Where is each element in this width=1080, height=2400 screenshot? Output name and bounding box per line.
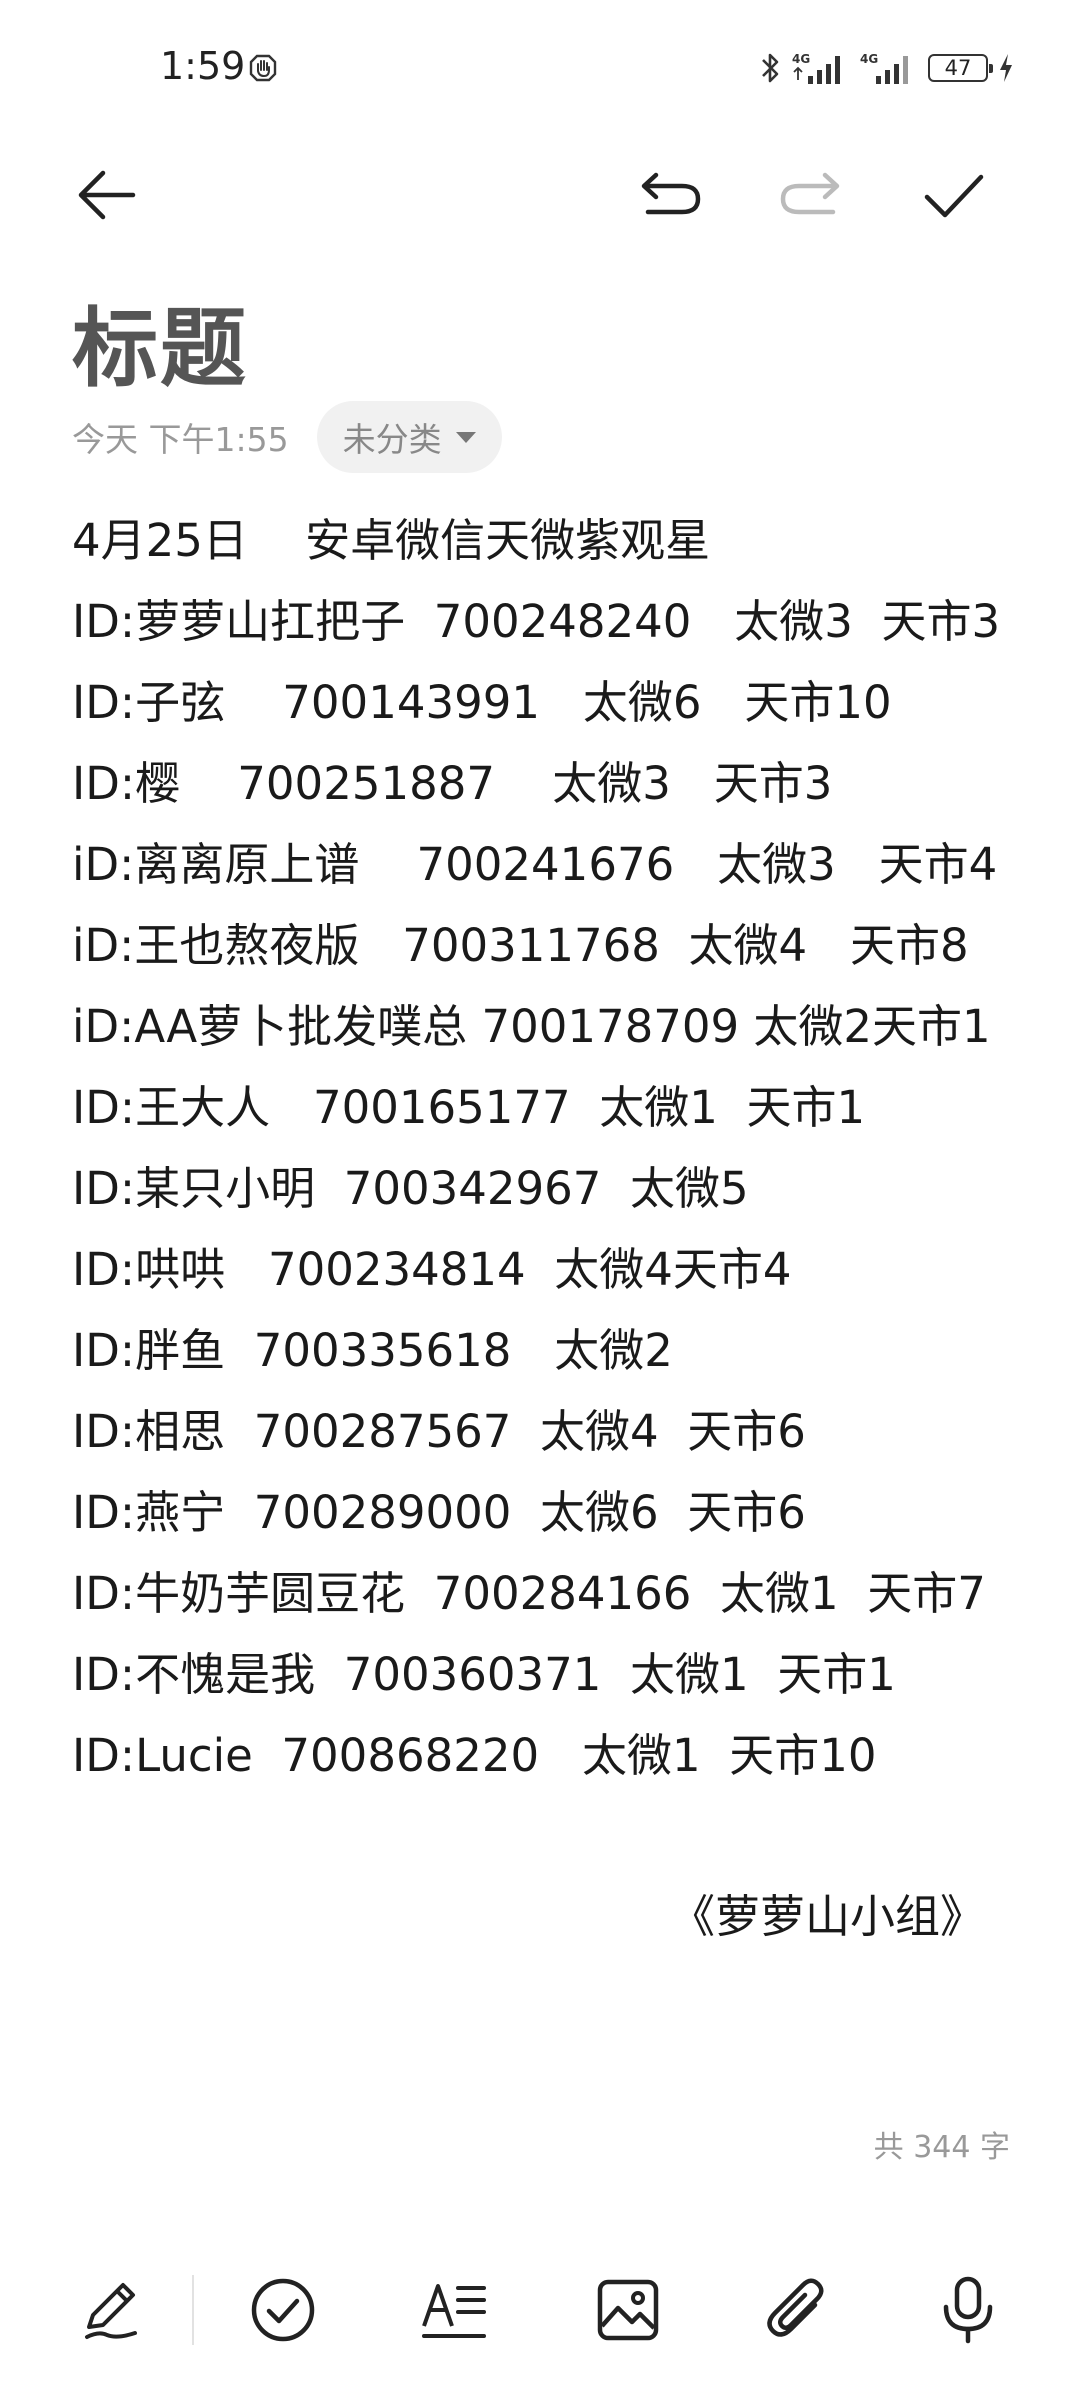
note-line: ID:牛奶芋圆豆花 700284166 太微1 天市7 — [72, 1567, 986, 1620]
note-date: 今天 下午1:55 — [72, 420, 289, 459]
note-line: ID:不愧是我 700360371 太微1 天市1 — [72, 1648, 896, 1701]
note-line: ID:相思 700287567 太微4 天市6 — [72, 1405, 806, 1458]
pen-icon — [77, 2275, 147, 2345]
category-label: 未分类 — [342, 420, 442, 459]
note-line: ID:萝萝山扛把子 700248240 太微3 天市3 — [72, 595, 1001, 648]
checklist-button[interactable] — [233, 2260, 333, 2360]
note-line: iD:离离原上谱 700241676 太微3 天市4 — [72, 838, 998, 891]
back-button[interactable] — [62, 150, 152, 240]
note-line: ID:王大人 700165177 太微1 天市1 — [72, 1081, 866, 1134]
note-line: ID:燕宁 700289000 太微6 天市6 — [72, 1486, 806, 1539]
signal-4g-icon: 4G — [792, 50, 850, 86]
microphone-icon — [940, 2275, 996, 2345]
svg-text:4G: 4G — [792, 52, 810, 66]
note-body[interactable]: 4月25日 安卓微信天微紫观星 ID:萝萝山扛把子 700248240 太微3 … — [72, 500, 1012, 1796]
note-line: iD:AA萝卜批发噗总 700178709 太微2天市1 — [72, 1000, 991, 1053]
image-icon — [594, 2276, 662, 2344]
note-line: ID:子弦 700143991 太微6 天市10 — [72, 676, 892, 729]
note-line: ID:Lucie 700868220 太微1 天市10 — [72, 1729, 877, 1782]
note-line: ID:某只小明 700342967 太微5 — [72, 1162, 749, 1215]
redo-icon — [777, 165, 843, 225]
svg-text:4G: 4G — [860, 52, 878, 66]
note-title[interactable]: 标题 — [72, 278, 248, 403]
bottom-toolbar — [0, 2255, 1080, 2365]
undo-icon — [638, 165, 704, 225]
note-meta: 今天 下午1:55 未分类 — [72, 400, 502, 474]
bluetooth-icon — [760, 50, 782, 86]
chevron-down-icon — [455, 431, 476, 443]
hand-icon — [246, 50, 280, 84]
handwriting-button[interactable] — [62, 2260, 162, 2360]
status-bar: 1:59 4G 4G 47 — [0, 0, 1080, 140]
text-format-button[interactable] — [405, 2260, 505, 2360]
note-line: ID:胖鱼 700335618 太微2 — [72, 1324, 673, 1377]
back-arrow-icon — [75, 163, 139, 227]
charging-icon — [998, 53, 1014, 83]
category-dropdown[interactable]: 未分类 — [316, 401, 502, 473]
confirm-button[interactable] — [908, 150, 998, 240]
attachment-button[interactable] — [748, 2260, 848, 2360]
text-format-icon — [420, 2278, 490, 2342]
insert-image-button[interactable] — [578, 2260, 678, 2360]
status-icons: 4G 4G 47 — [760, 48, 1014, 88]
battery-level: 47 — [944, 56, 972, 80]
redo-button[interactable] — [765, 150, 855, 240]
signal-4g-icon: 4G — [860, 50, 918, 86]
status-time: 1:59 — [160, 44, 246, 88]
voice-input-button[interactable] — [918, 2260, 1018, 2360]
undo-button[interactable] — [626, 150, 716, 240]
battery-icon: 47 — [928, 54, 993, 82]
note-line: 4月25日 安卓微信天微紫观星 — [72, 514, 711, 567]
note-line: ID:樱 700251887 太微3 天市3 — [72, 757, 833, 810]
word-count: 共 344 字 — [873, 2130, 1010, 2165]
toolbar-divider — [192, 2275, 194, 2345]
note-signature: 《萝萝山小组》 — [669, 1890, 985, 1943]
note-line: iD:王也熬夜版 700311768 太微4 天市8 — [72, 919, 969, 972]
note-line: ID:哄哄 700234814 太微4天市4 — [72, 1243, 792, 1296]
editor-toolbar — [0, 150, 1080, 240]
checkmark-icon — [921, 163, 985, 227]
attachment-icon — [763, 2275, 833, 2345]
checklist-icon — [249, 2276, 317, 2344]
